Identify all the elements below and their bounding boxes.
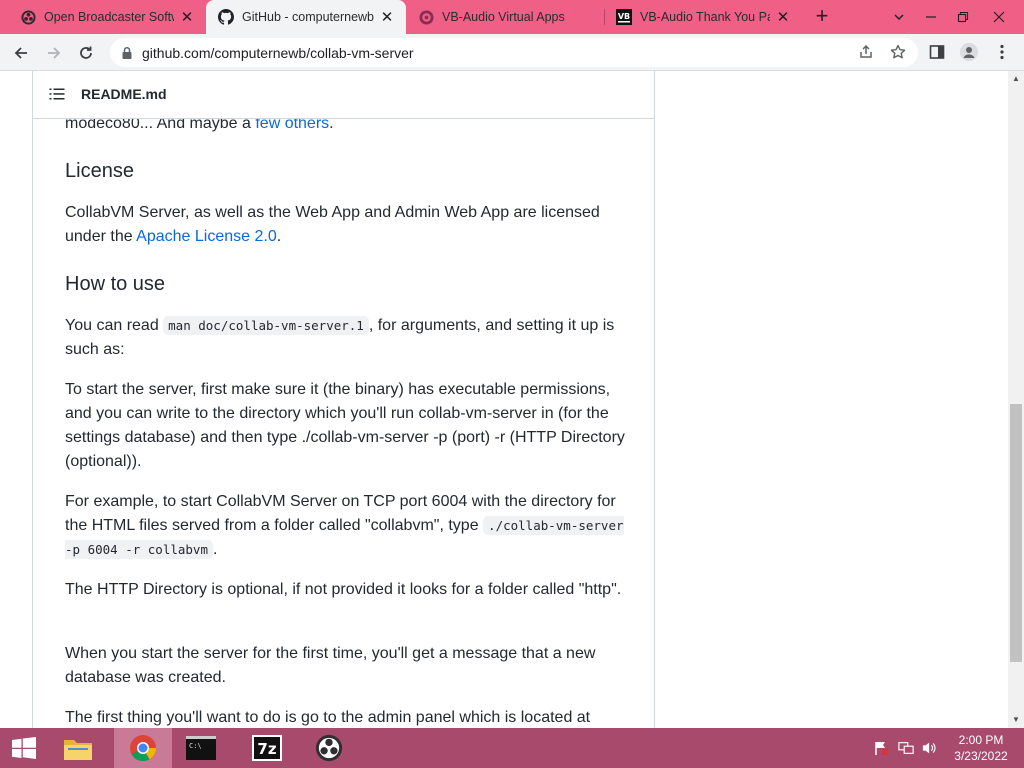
file-explorer-icon[interactable]	[49, 728, 107, 768]
tab-github[interactable]: GitHub - computernewb/ ✕	[206, 0, 406, 34]
github-icon	[218, 9, 234, 25]
scroll-down-arrow-icon[interactable]: ▼	[1008, 712, 1024, 728]
tab-title: VB-Audio Virtual Apps	[442, 10, 565, 24]
chrome-icon[interactable]	[114, 728, 172, 768]
how-to-use-heading: How to use	[65, 273, 166, 295]
reload-icon[interactable]	[73, 40, 99, 66]
network-icon[interactable]	[898, 740, 914, 756]
browser-toolbar: github.com/computernewb/collab-vm-server	[0, 34, 1024, 71]
tab-obs[interactable]: Open Broadcaster Software ✕	[8, 0, 206, 34]
close-icon[interactable]: ✕	[178, 8, 196, 26]
lock-icon	[120, 46, 134, 60]
new-tab-button[interactable]: +	[811, 5, 833, 28]
side-panel-icon[interactable]	[928, 43, 946, 61]
obs-taskbar-icon[interactable]	[300, 728, 358, 768]
scroll-up-arrow-icon[interactable]: ▲	[1008, 71, 1024, 87]
scrollbar-thumb[interactable]	[1010, 404, 1022, 662]
readme-container: README.md modeco80... And maybe a few ot…	[32, 71, 655, 728]
action-center-flag-icon[interactable]	[873, 740, 889, 756]
howto-paragraph-4: The HTTP Directory is optional, if not p…	[65, 581, 622, 598]
apache-license-link[interactable]: Apache License 2.0	[136, 228, 277, 245]
7zip-icon[interactable]: 7z	[238, 728, 296, 768]
close-icon[interactable]: ✕	[378, 8, 396, 26]
windows-taskbar: C:\ 7z 2:00 PM 3/23/2022	[0, 728, 1024, 768]
howto-paragraph-6: The first thing you'll want to do is go …	[65, 709, 591, 726]
vb-logo-icon: VB	[616, 9, 632, 25]
vb-audio-icon	[418, 9, 434, 25]
tab-strip: Open Broadcaster Software ✕ GitHub - com…	[0, 0, 1024, 34]
howto-paragraph-2: To start the server, first make sure it …	[65, 381, 625, 470]
p3-text-b: .	[213, 541, 218, 558]
svg-text:VB: VB	[618, 12, 630, 21]
clock-time: 2:00 PM	[958, 733, 1004, 747]
tab-search-icon[interactable]	[882, 0, 916, 34]
cmd-label: C:\	[189, 742, 202, 750]
back-icon[interactable]	[8, 40, 34, 66]
howto-paragraph-5: When you start the server for the first …	[65, 645, 596, 686]
sevenzip-label: 7z	[257, 740, 276, 758]
menu-kebab-icon[interactable]	[993, 43, 1011, 61]
howto-paragraph-3: For example, to start CollabVM Server on…	[65, 490, 625, 562]
profile-avatar-icon[interactable]	[960, 43, 978, 61]
license-heading: License	[65, 160, 134, 182]
page-viewport: README.md modeco80... And maybe a few ot…	[0, 71, 1008, 728]
restore-icon[interactable]	[946, 0, 980, 34]
window-close-icon[interactable]	[982, 0, 1016, 34]
minimize-icon[interactable]	[914, 0, 948, 34]
p1-text-a: You can read	[65, 317, 164, 334]
readme-header: README.md	[33, 71, 654, 119]
volume-icon[interactable]	[922, 740, 938, 756]
bookmark-star-icon[interactable]	[889, 43, 907, 61]
forward-icon[interactable]	[41, 40, 67, 66]
license-paragraph: CollabVM Server, as well as the Web App …	[65, 201, 625, 249]
tab-title: Open Broadcaster Software	[44, 10, 174, 24]
howto-paragraph-1: You can read man doc/collab-vm-server.1,…	[65, 314, 625, 362]
close-icon[interactable]: ✕	[774, 8, 792, 26]
table-of-contents-icon[interactable]	[49, 86, 65, 102]
tab-vb-audio-thanks[interactable]: VB VB-Audio Thank You Page ✕	[604, 0, 802, 34]
command-prompt-icon[interactable]: C:\	[172, 728, 230, 768]
tab-title: VB-Audio Thank You Page	[640, 10, 770, 24]
tab-title: GitHub - computernewb/	[242, 10, 374, 24]
license-end: .	[276, 228, 282, 245]
url-text: github.com/computernewb/collab-vm-server	[142, 44, 414, 61]
readme-filename: README.md	[81, 85, 167, 102]
tab-vb-audio-apps[interactable]: VB-Audio Virtual Apps ✕	[406, 0, 604, 34]
system-clock[interactable]: 2:00 PM 3/23/2022	[944, 732, 1018, 764]
obs-icon	[20, 9, 36, 25]
page-scrollbar[interactable]: ▲ ▼	[1008, 71, 1024, 728]
windows-start-icon[interactable]	[0, 728, 48, 768]
address-bar[interactable]: github.com/computernewb/collab-vm-server	[110, 38, 918, 67]
clock-date: 3/23/2022	[954, 749, 1008, 763]
share-icon[interactable]	[857, 43, 875, 61]
man-page-code: man doc/collab-vm-server.1	[163, 316, 369, 335]
